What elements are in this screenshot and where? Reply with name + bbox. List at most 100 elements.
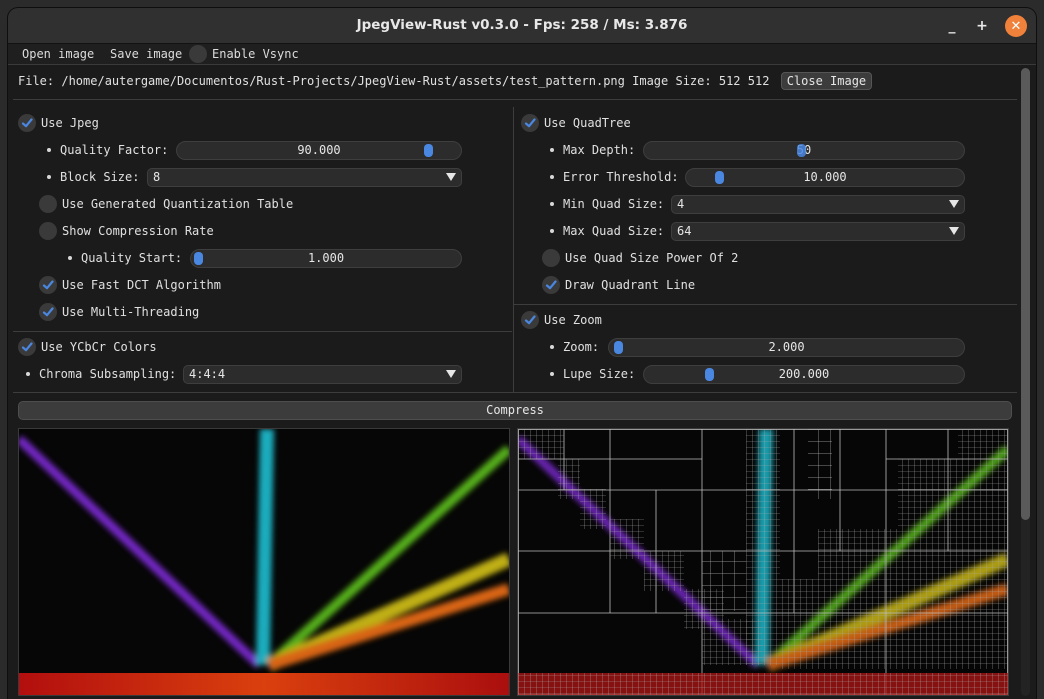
lupe-size-slider[interactable]: 200.000 [643, 365, 965, 384]
use-zoom-check-icon [521, 311, 539, 329]
multithreading-checkbox[interactable]: Use Multi-Threading [39, 302, 199, 322]
use-zoom-checkbox[interactable]: Use Zoom [521, 310, 602, 330]
quality-start-slider[interactable]: 1.000 [190, 249, 462, 268]
draw-quadrant-line-label: Draw Quadrant Line [565, 278, 696, 292]
zoom-slider[interactable]: 2.000 [608, 338, 965, 357]
use-jpeg-checkbox[interactable]: Use Jpeg [18, 113, 99, 133]
file-path: /home/autergame/Documentos/Rust-Projects… [61, 74, 625, 88]
main-panel: File: /home/autergame/Documentos/Rust-Pr… [8, 65, 1036, 699]
scrollbar-thumb[interactable] [1021, 68, 1030, 520]
multithreading-label: Use Multi-Threading [62, 305, 200, 319]
image-width: 512 [718, 74, 741, 88]
min-quad-label: Min Quad Size: [563, 197, 665, 211]
max-depth-knob[interactable] [797, 144, 806, 157]
error-threshold-slider[interactable]: 10.000 [685, 168, 965, 187]
chroma-subsampling-value: 4:4:4 [189, 367, 226, 381]
min-quad-dropdown[interactable]: 4 [671, 195, 965, 214]
quadtree-image [518, 429, 1008, 695]
quality-start-value: 1.000 [307, 251, 345, 265]
chroma-subsampling-dropdown[interactable]: 4:4:4 [183, 365, 462, 384]
min-quad-value: 4 [677, 197, 685, 211]
minimize-icon[interactable]: _ [941, 15, 963, 37]
min-quad-row: Min Quad Size: [550, 194, 664, 214]
quality-start-label: Quality Start: [81, 251, 183, 265]
maximize-icon[interactable]: + [971, 15, 993, 37]
chroma-row: Chroma Subsampling: [26, 364, 176, 384]
zoom-value: 2.000 [768, 340, 805, 354]
menu-bar: Open image Save image Enable Vsync [8, 44, 1036, 65]
use-ycbcr-checkbox[interactable]: Use YCbCr Colors [18, 337, 157, 357]
close-image-button[interactable]: Close Image [780, 72, 873, 90]
lupe-size-label: Lupe Size: [563, 367, 636, 381]
block-size-label: Block Size: [60, 170, 140, 184]
quality-factor-slider[interactable]: 90.000 [176, 141, 462, 160]
power-of-2-label: Use Quad Size Power Of 2 [565, 251, 739, 265]
lupe-size-row: Lupe Size: [550, 364, 635, 384]
generated-quant-checkbox[interactable]: Use Generated Quantization Table [39, 194, 293, 214]
divider [514, 304, 1017, 305]
file-label: File: [18, 74, 55, 88]
title-bar[interactable]: JpegView-Rust v0.3.0 - Fps: 258 / Ms: 3.… [8, 8, 1036, 44]
use-ycbcr-label: Use YCbCr Colors [41, 340, 157, 354]
compressed-image-view[interactable] [18, 428, 510, 696]
bullet-icon [550, 372, 554, 376]
use-zoom-label: Use Zoom [544, 313, 602, 327]
image-height: 512 [747, 74, 770, 88]
bullet-icon [550, 148, 554, 152]
chroma-subsampling-label: Chroma Subsampling: [39, 367, 177, 381]
divider [13, 331, 512, 332]
quality-start-knob[interactable] [194, 252, 203, 265]
quality-start-row: Quality Start: [68, 248, 182, 268]
generated-quant-label: Use Generated Quantization Table [62, 197, 294, 211]
vertical-scrollbar[interactable] [1021, 68, 1030, 696]
bullet-icon [550, 202, 554, 206]
bullet-icon [550, 175, 554, 179]
max-depth-label: Max Depth: [563, 143, 636, 157]
power-of-2-check [542, 249, 560, 267]
use-quadtree-checkbox[interactable]: Use QuadTree [521, 113, 631, 133]
lupe-size-value: 200.000 [778, 367, 830, 381]
multithreading-check-icon [39, 303, 57, 321]
use-quadtree-label: Use QuadTree [544, 116, 631, 130]
file-info: File: /home/autergame/Documentos/Rust-Pr… [18, 72, 873, 90]
chevron-down-icon [446, 173, 456, 181]
save-image-menu[interactable]: Save image [110, 47, 182, 61]
open-image-menu[interactable]: Open image [22, 47, 94, 61]
divider [13, 392, 1017, 393]
error-threshold-row: Error Threshold: [550, 167, 679, 187]
window-title: JpegView-Rust v0.3.0 - Fps: 258 / Ms: 3.… [356, 17, 688, 33]
max-quad-value: 64 [677, 224, 692, 238]
quadtree-image-view[interactable] [517, 428, 1009, 696]
show-compression-rate-checkbox[interactable]: Show Compression Rate [39, 221, 214, 241]
zoom-knob[interactable] [614, 341, 623, 354]
enable-vsync-toggle[interactable]: Enable Vsync [189, 45, 299, 63]
block-size-value: 8 [153, 170, 161, 184]
image-size-label: Image Size: [632, 74, 712, 88]
error-threshold-label: Error Threshold: [563, 170, 679, 184]
use-ycbcr-check-icon [18, 338, 36, 356]
use-jpeg-label: Use Jpeg [41, 116, 99, 130]
divider [13, 99, 1017, 100]
power-of-2-checkbox[interactable]: Use Quad Size Power Of 2 [542, 248, 738, 268]
fast-dct-checkbox[interactable]: Use Fast DCT Algorithm [39, 275, 221, 295]
vsync-checkbox[interactable] [189, 45, 207, 63]
app-window: JpegView-Rust v0.3.0 - Fps: 258 / Ms: 3.… [8, 8, 1036, 699]
enable-vsync-label: Enable Vsync [212, 47, 299, 61]
bullet-icon [550, 345, 554, 349]
max-quad-label: Max Quad Size: [563, 224, 665, 238]
block-size-dropdown[interactable]: 8 [147, 168, 462, 187]
quality-factor-row: Quality Factor: [47, 140, 168, 160]
lupe-size-knob[interactable] [705, 368, 714, 381]
error-threshold-knob[interactable] [715, 171, 724, 184]
chevron-down-icon [949, 200, 959, 208]
zoom-row: Zoom: [550, 337, 599, 357]
max-depth-slider[interactable]: 50 [643, 141, 965, 160]
show-compression-rate-label: Show Compression Rate [62, 224, 214, 238]
draw-quadrant-line-checkbox[interactable]: Draw Quadrant Line [542, 275, 695, 295]
close-icon[interactable]: ✕ [1005, 15, 1027, 37]
quality-factor-knob[interactable] [424, 144, 433, 157]
max-quad-dropdown[interactable]: 64 [671, 222, 965, 241]
compress-button[interactable]: Compress [18, 401, 1012, 420]
column-divider [513, 107, 514, 392]
block-size-row: Block Size: [47, 167, 139, 187]
